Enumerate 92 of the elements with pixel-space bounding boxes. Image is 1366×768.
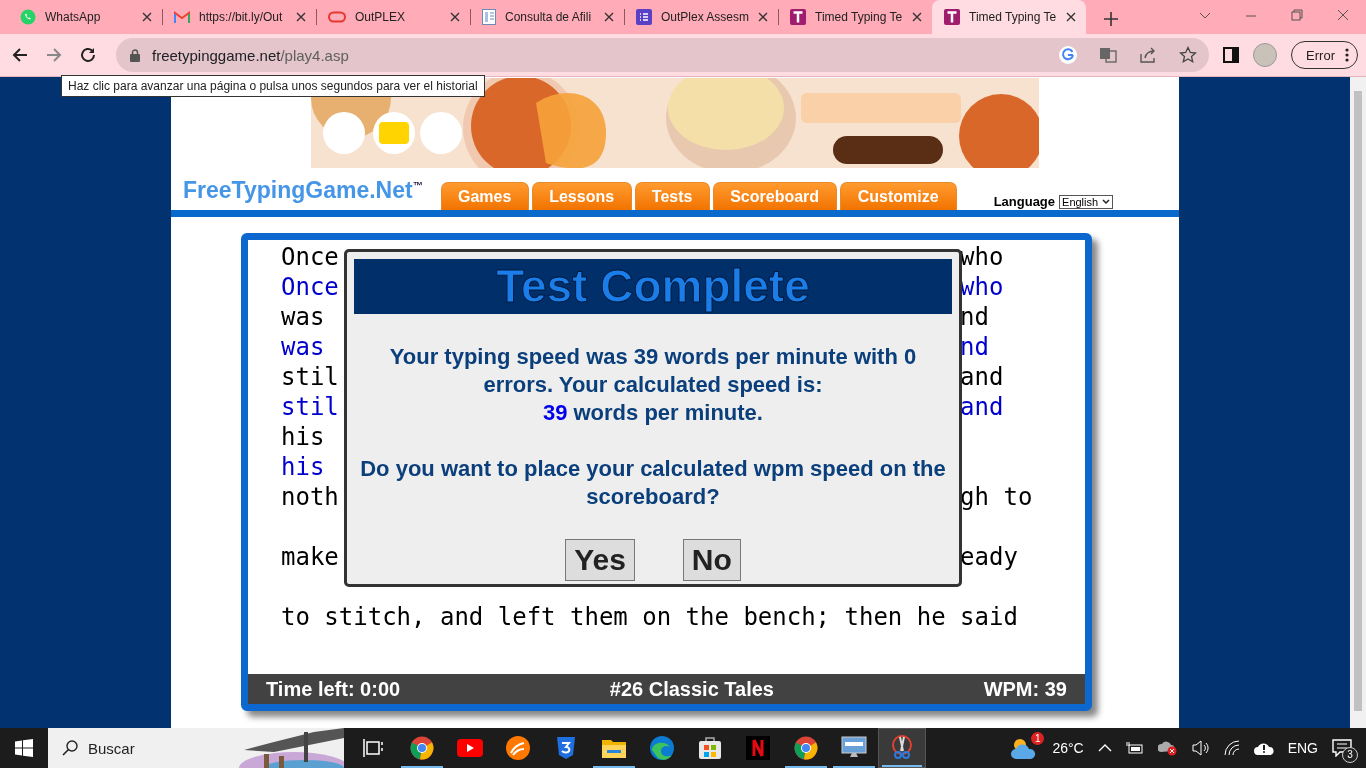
language-select[interactable]: English bbox=[1059, 194, 1114, 209]
passage-text: Once bbox=[281, 242, 339, 272]
t-logo-icon bbox=[790, 9, 806, 25]
shield-icon[interactable] bbox=[556, 736, 576, 760]
battery-icon[interactable] bbox=[1125, 741, 1144, 755]
task-view-icon[interactable] bbox=[363, 738, 385, 758]
wpm-readout: WPM: 39 bbox=[983, 677, 1067, 701]
passage-text: and bbox=[960, 362, 1004, 392]
browser-tab[interactable]: Consulta de Afili bbox=[470, 0, 624, 34]
close-icon[interactable] bbox=[1066, 12, 1076, 22]
passage-text: his bbox=[281, 423, 325, 451]
chrome-icon[interactable] bbox=[410, 736, 434, 760]
close-icon[interactable] bbox=[142, 12, 152, 22]
dialog-button[interactable]: No bbox=[682, 539, 741, 581]
close-icon[interactable] bbox=[604, 12, 614, 22]
scrollbar-thumb[interactable] bbox=[1354, 91, 1362, 711]
passage-text: who bbox=[960, 272, 1004, 302]
windows-start-icon[interactable] bbox=[15, 739, 33, 757]
browser-tab[interactable]: Timed Typing Te bbox=[932, 0, 1086, 34]
app-icon[interactable] bbox=[506, 736, 530, 760]
volume-icon[interactable] bbox=[1191, 740, 1210, 756]
google-icon[interactable] bbox=[1059, 46, 1078, 64]
chevron-up-icon[interactable] bbox=[1097, 743, 1112, 753]
dialog-question: Do you want to place your calculated wpm speed on the scoreboard? bbox=[359, 455, 947, 511]
browser-tab[interactable]: OutPlex Assesm bbox=[624, 0, 778, 34]
passage-text: was bbox=[281, 302, 325, 332]
t-logo-icon bbox=[944, 9, 960, 25]
passage-text: and bbox=[960, 392, 1004, 422]
wifi-icon[interactable] bbox=[1223, 740, 1240, 756]
close-icon[interactable] bbox=[912, 12, 922, 22]
tooltip: Haz clic para avanzar una página o pulsa unos segundos para ver el historial bbox=[61, 75, 485, 97]
side-panel-icon[interactable] bbox=[1223, 47, 1240, 63]
lock-icon bbox=[130, 48, 140, 62]
passage-text: noth bbox=[281, 482, 339, 512]
passage-text: make bbox=[281, 542, 339, 572]
cloud-icon[interactable] bbox=[1253, 741, 1274, 755]
browser-tab[interactable]: https://bit.ly/Out bbox=[162, 0, 316, 34]
address-bar[interactable]: freetypinggame.net/play4.asp bbox=[116, 38, 1210, 72]
more-icon[interactable] bbox=[1345, 48, 1349, 62]
language-label: Language bbox=[993, 194, 1056, 209]
notification-count: 3 bbox=[1342, 747, 1358, 763]
input-language[interactable]: ENG bbox=[1287, 740, 1318, 756]
document-icon bbox=[482, 9, 496, 25]
new-tab-icon[interactable] bbox=[1104, 12, 1118, 26]
close-icon[interactable] bbox=[296, 12, 306, 22]
weather-badge: 1 bbox=[1031, 732, 1045, 745]
folder-icon[interactable] bbox=[602, 738, 626, 758]
search-field[interactable]: Buscar bbox=[48, 728, 344, 768]
youtube-icon[interactable] bbox=[457, 739, 483, 757]
monitor-icon[interactable] bbox=[841, 736, 867, 760]
scissors-icon[interactable] bbox=[891, 735, 913, 761]
passage-text: nd bbox=[960, 302, 989, 332]
share-icon[interactable] bbox=[1139, 46, 1158, 64]
caret-icon[interactable] bbox=[1102, 198, 1111, 205]
chat-icon bbox=[20, 9, 36, 25]
close-icon[interactable] bbox=[758, 12, 768, 22]
speed-message: Your typing speed was 39 words per minute with 0 errors. Your calculated speed is: bbox=[388, 343, 918, 399]
passage-text: gh to bbox=[960, 482, 1033, 512]
passage-text: Once bbox=[281, 272, 339, 302]
speed-unit: words per minute. bbox=[573, 399, 763, 427]
form-icon bbox=[636, 9, 652, 25]
time-left: Time left: 0:00 bbox=[266, 677, 401, 701]
browser-tab[interactable]: WhatsApp bbox=[8, 0, 162, 34]
dialog-title: Test Complete bbox=[354, 259, 952, 314]
ring-icon bbox=[328, 11, 346, 23]
passage-text: was bbox=[281, 332, 325, 362]
dialog-button[interactable]: Yes bbox=[565, 539, 635, 581]
passage-text: to stitch, and left them on the bench; then he said bbox=[281, 603, 1018, 631]
reload-icon[interactable] bbox=[78, 45, 98, 65]
chrome-icon[interactable] bbox=[794, 736, 818, 760]
test-title: #26 Classic Tales bbox=[609, 677, 774, 701]
translate-icon[interactable] bbox=[1099, 46, 1118, 64]
cloud-error-icon[interactable] bbox=[1157, 740, 1178, 756]
passage-text: his bbox=[281, 453, 325, 481]
edge-icon[interactable] bbox=[650, 736, 674, 760]
site-logo[interactable]: FreeTypingGame.Net$^{™}$ bbox=[183, 177, 423, 204]
passage-text: eady bbox=[960, 542, 1018, 572]
search-icon bbox=[62, 740, 78, 756]
passage-text: stil bbox=[281, 362, 339, 392]
url-text: freetypinggame.net/play4.asp bbox=[152, 46, 350, 64]
store-icon[interactable] bbox=[698, 736, 722, 760]
passage-text: stil bbox=[281, 392, 339, 422]
temperature[interactable]: 26°C bbox=[1052, 740, 1084, 756]
browser-tab[interactable]: Timed Typing Te bbox=[778, 0, 932, 34]
notification-icon[interactable] bbox=[1332, 739, 1352, 757]
passage-text: nd bbox=[960, 332, 989, 362]
mail-icon bbox=[174, 11, 190, 23]
close-icon[interactable] bbox=[450, 12, 460, 22]
speed-value: 39 bbox=[543, 399, 568, 427]
browser-tab[interactable]: OutPLEX bbox=[316, 0, 470, 34]
tile-icon[interactable] bbox=[746, 736, 770, 760]
star-icon[interactable] bbox=[1179, 46, 1198, 64]
